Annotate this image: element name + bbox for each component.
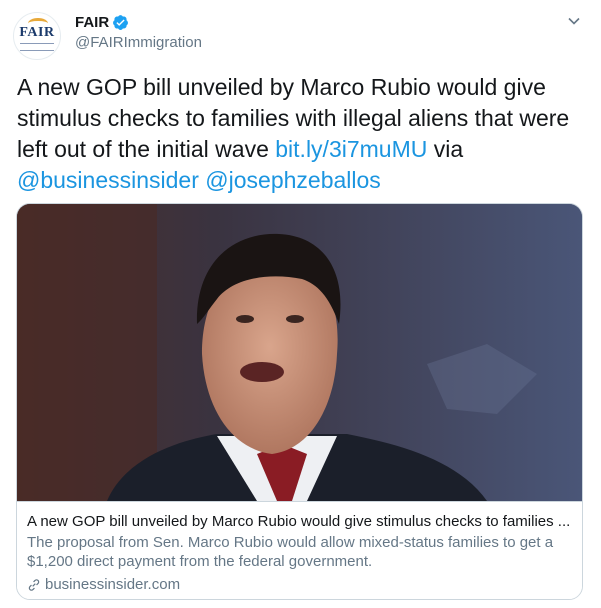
handle[interactable]: @FAIRImmigration (75, 34, 202, 51)
avatar[interactable]: FAIR (13, 12, 61, 60)
link-icon (28, 578, 40, 591)
card-title[interactable]: A new GOP bill unveiled by Marco Rubio w… (27, 512, 572, 531)
link-card[interactable]: A new GOP bill unveiled by Marco Rubio w… (16, 203, 583, 600)
display-name[interactable]: FAIR (75, 14, 109, 31)
mention-businessinsider[interactable]: @businessinsider (17, 167, 199, 193)
card-domain: businessinsider.com (45, 576, 181, 593)
chevron-down-icon[interactable] (567, 14, 581, 28)
tweet-text: A new GOP bill unveiled by Marco Rubio w… (17, 72, 585, 196)
tweet-link[interactable]: bit.ly/3i7muMU (275, 136, 427, 162)
mention-josephzeballos[interactable]: @josephzeballos (205, 167, 381, 193)
tweet: FAIR FAIR @FAIRImmigration A new GOP bil… (0, 0, 601, 608)
logo-tagline (20, 43, 54, 51)
name-row: FAIR (75, 14, 129, 31)
tweet-text-via: via (427, 136, 464, 162)
card-description: The proposal from Sen. Marco Rubio would… (27, 534, 554, 570)
card-info[interactable]: A new GOP bill unveiled by Marco Rubio w… (17, 501, 582, 599)
verified-badge-icon (113, 15, 129, 30)
card-domain-row[interactable]: businessinsider.com (27, 575, 180, 594)
avatar-logo-text: FAIR (19, 25, 55, 40)
card-image[interactable] (17, 204, 583, 501)
